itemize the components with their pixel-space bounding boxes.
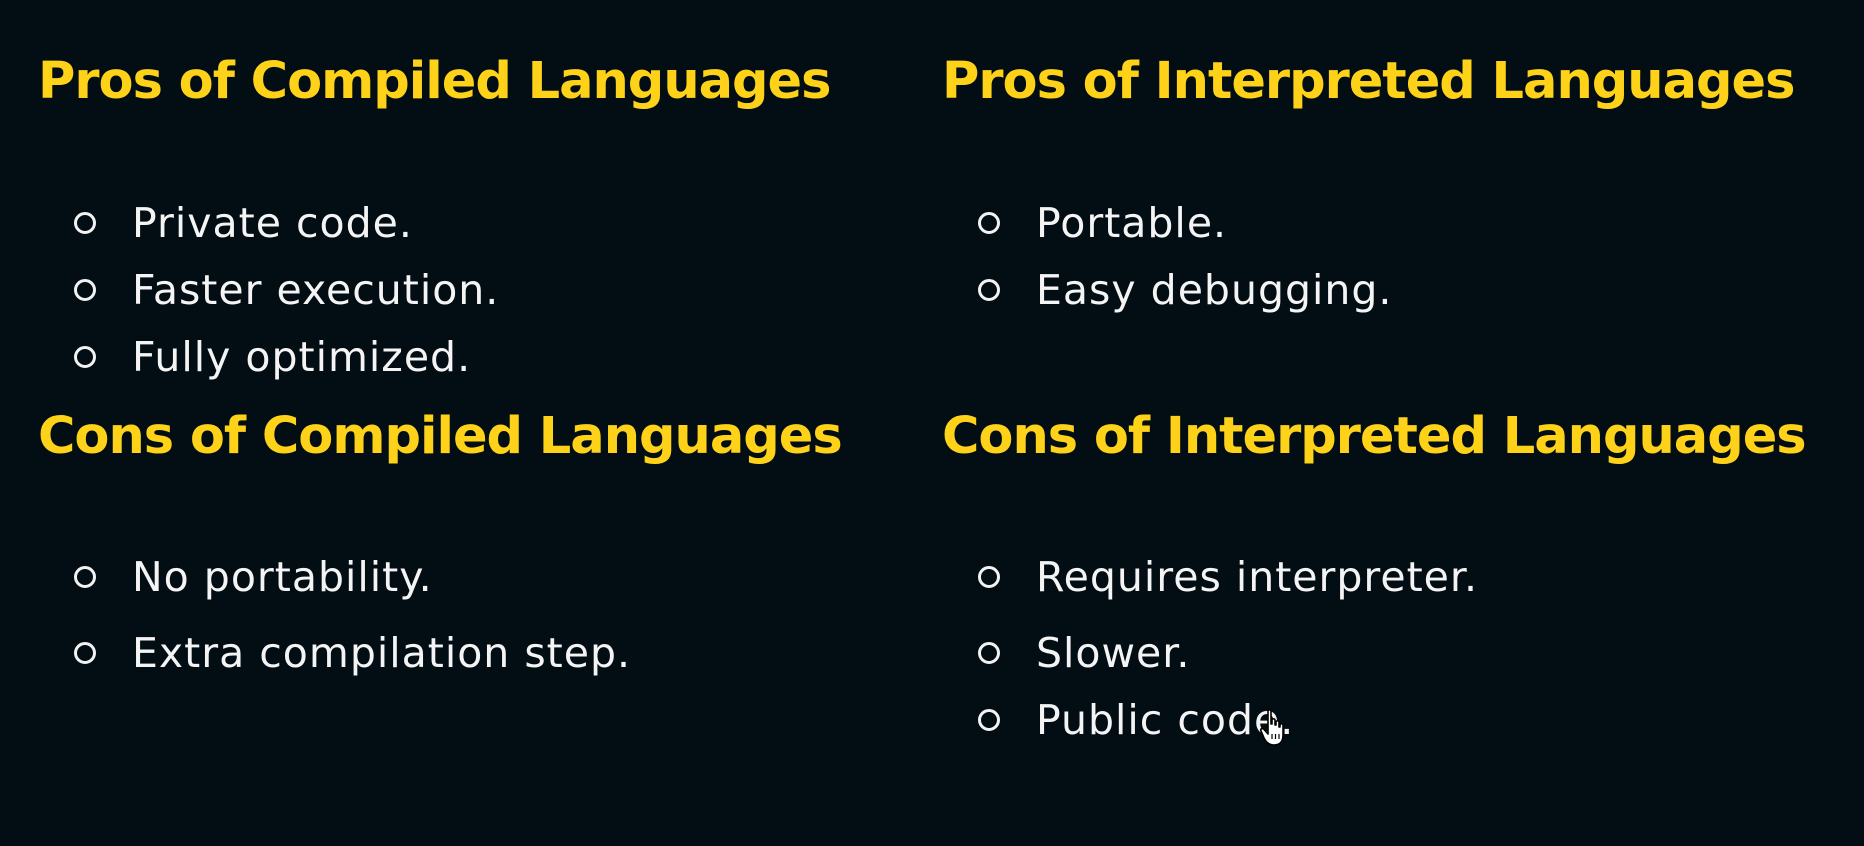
interpreted-cons-heading: Cons of Interpreted Languages: [942, 407, 1807, 466]
compiled-cons-heading: Cons of Compiled Languages: [38, 407, 843, 466]
list-item-text: Extra compilation step.: [132, 629, 632, 677]
interpreted-cons-section: Cons of Interpreted Languages Requires i…: [942, 405, 1807, 744]
interpreted-pros-heading: Pros of Interpreted Languages: [942, 52, 1795, 111]
compiled-pros-section: Pros of Compiled Languages Private code.…: [38, 50, 831, 381]
list-item-text: Faster execution.: [132, 266, 500, 314]
list-item-text: Easy debugging.: [1036, 266, 1393, 314]
bullet-icon: [74, 642, 96, 664]
list-item: Slower.: [942, 626, 1190, 680]
list-item: Easy debugging.: [942, 263, 1392, 317]
bullet-icon: [978, 279, 1000, 301]
list-item: Fully optimized.: [38, 330, 471, 384]
compiled-pros-heading: Pros of Compiled Languages: [38, 52, 831, 111]
list-item: Portable.: [942, 196, 1227, 250]
list-item: Public code.: [942, 693, 1294, 747]
list-item-text: Slower.: [1036, 629, 1191, 677]
bullet-icon: [74, 212, 96, 234]
list-item: No portability.: [38, 550, 433, 604]
interpreted-pros-section: Pros of Interpreted Languages Portable. …: [942, 50, 1795, 314]
bullet-icon: [978, 566, 1000, 588]
hand-pointer-cursor-icon: [1260, 709, 1284, 746]
list-item: Requires interpreter.: [942, 550, 1478, 604]
list-item-text: Public code.: [1036, 696, 1295, 744]
bullet-icon: [978, 642, 1000, 664]
bullet-icon: [978, 212, 1000, 234]
list-item-text: No portability.: [132, 553, 433, 601]
list-item-text: Fully optimized.: [132, 333, 472, 381]
bullet-icon: [74, 566, 96, 588]
list-item: Extra compilation step.: [38, 626, 631, 680]
list-item-text: Portable.: [1036, 199, 1228, 247]
list-item: Private code.: [38, 196, 413, 250]
list-item-text: Private code.: [132, 199, 413, 247]
bullet-icon: [978, 709, 1000, 731]
bullet-icon: [74, 279, 96, 301]
compiled-cons-section: Cons of Compiled Languages No portabilit…: [38, 405, 843, 677]
list-item-text: Requires interpreter.: [1036, 553, 1479, 601]
bullet-icon: [74, 346, 96, 368]
list-item: Faster execution.: [38, 263, 499, 317]
